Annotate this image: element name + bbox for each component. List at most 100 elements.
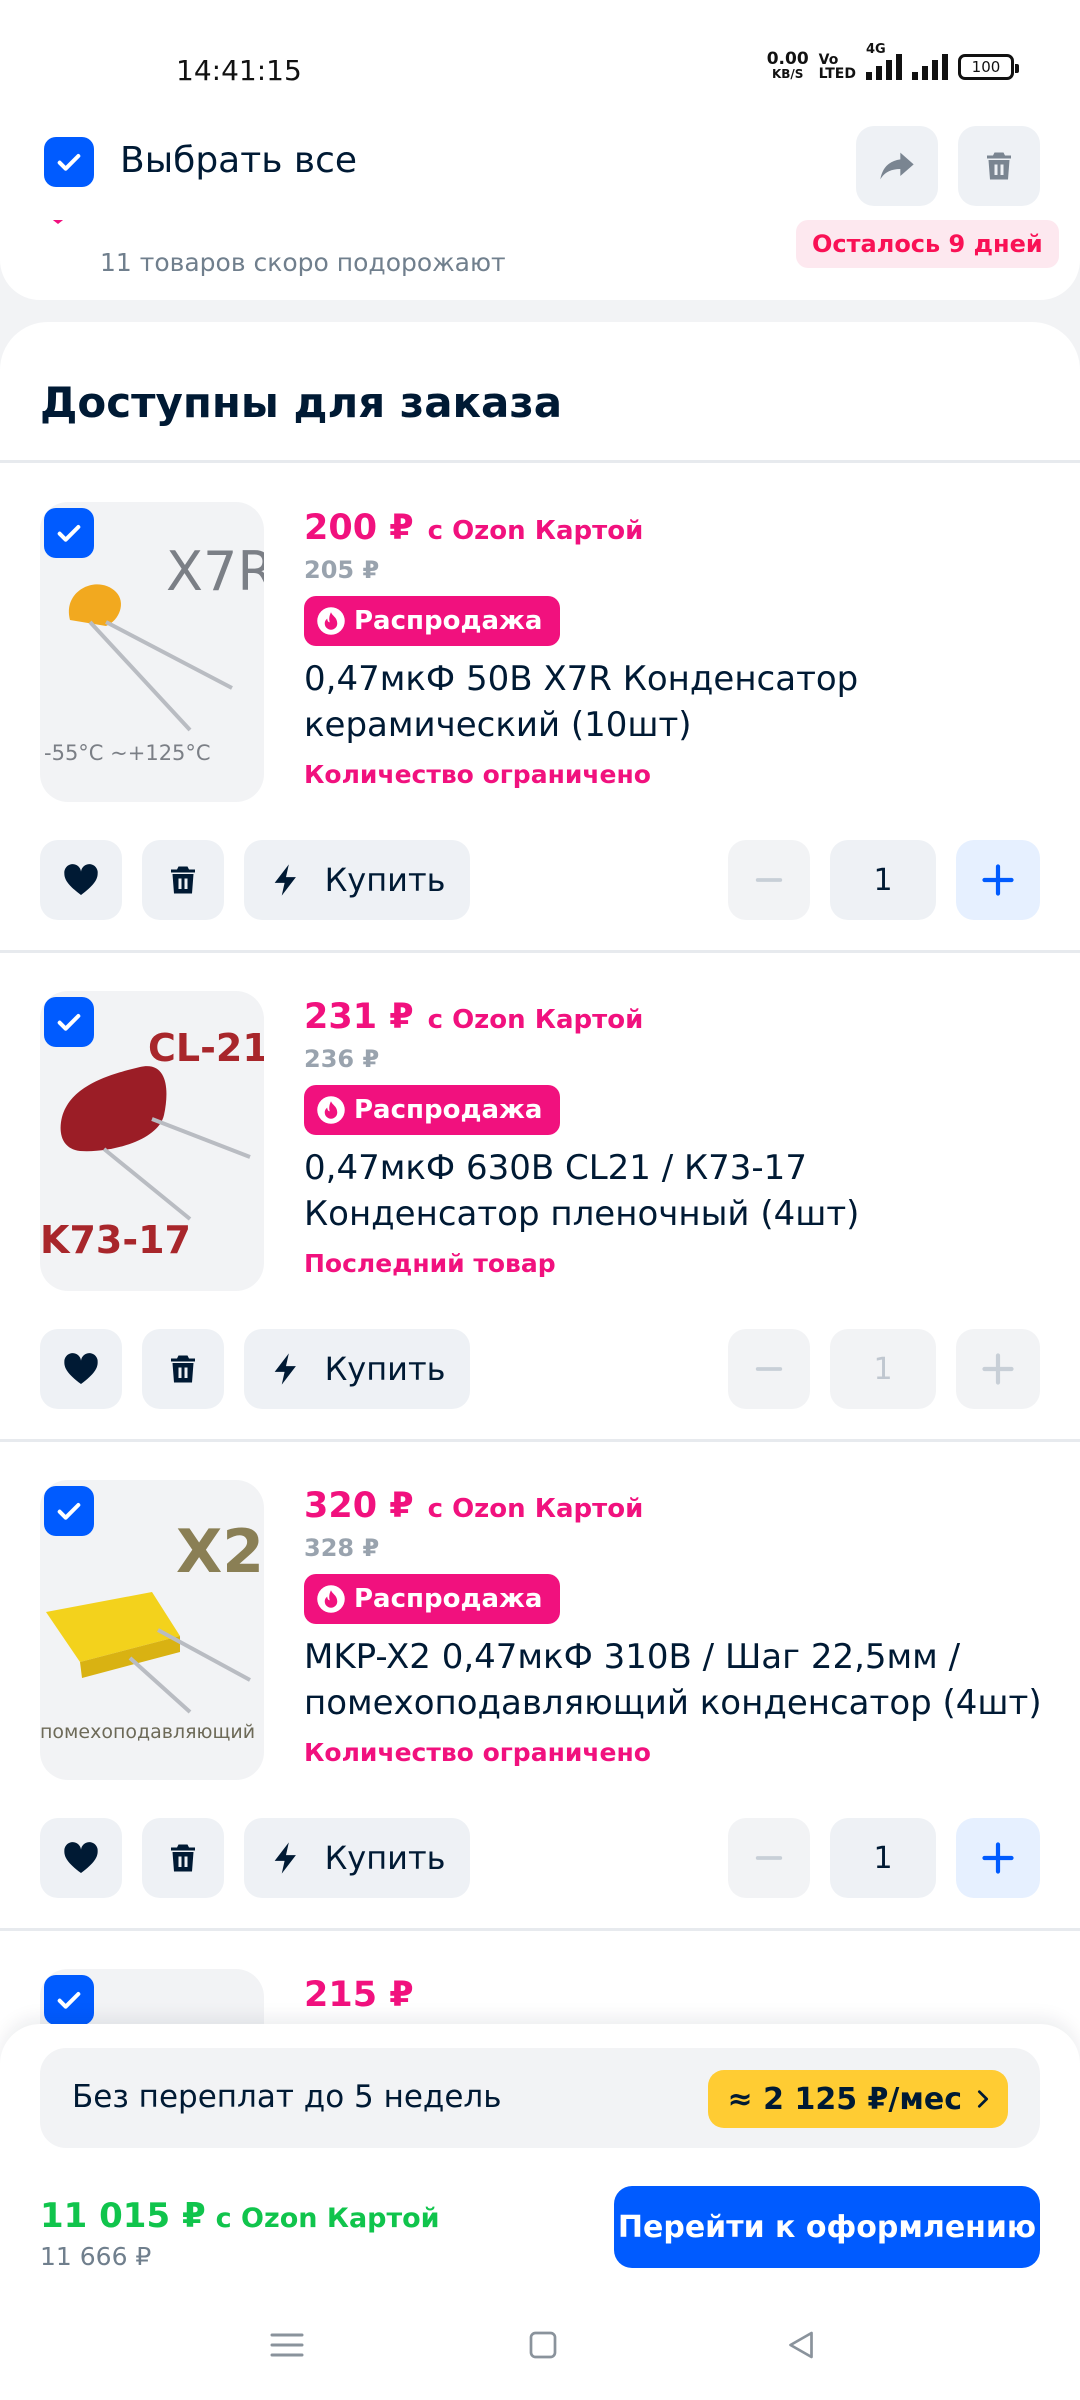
check-icon (57, 154, 81, 171)
check-icon (57, 1992, 81, 2009)
volte-bottom: LTED (818, 66, 856, 82)
svg-text:помехоподавляющий: помехоподавляющий (40, 1721, 255, 1743)
select-all-checkbox[interactable] (44, 137, 94, 187)
buy-now-button[interactable]: Купить (244, 1329, 470, 1409)
decrease-quantity-button[interactable] (728, 840, 810, 920)
cart-header: Выбрать все (0, 110, 1080, 220)
delete-item-button[interactable] (142, 1818, 224, 1898)
product-title[interactable]: 0,47мкФ 50В X7R Конденсатор керамический… (304, 656, 1044, 748)
signal-icon (912, 54, 948, 80)
sale-badge-label: Распродажа (354, 1584, 543, 1614)
svg-text:X7R: X7R (166, 540, 264, 603)
decrease-quantity-button[interactable] (728, 1818, 810, 1898)
lightning-icon (274, 1353, 296, 1385)
days-left-badge: Осталось 9 дней (796, 220, 1059, 268)
total-price-note: с Ozon Картой (215, 2203, 440, 2234)
price-row: 320 ₽ с Ozon Картой (304, 1486, 643, 1526)
battery-level: 100 (971, 58, 1001, 76)
price: 215 ₽ (304, 1975, 414, 2015)
sale-badge: Распродажа (304, 1085, 561, 1135)
stock-status: Последний товар (304, 1249, 556, 1278)
stock-status: Количество ограничено (304, 1738, 651, 1767)
heart-icon (64, 864, 98, 895)
product-title[interactable]: MKP-X2 0,47мкФ 310В / Шаг 22,5мм / помех… (304, 1634, 1044, 1726)
delete-item-button[interactable] (142, 1329, 224, 1409)
delete-selected-button[interactable] (958, 126, 1040, 206)
status-time: 14:41:15 (176, 54, 302, 87)
item-checkbox[interactable] (44, 997, 94, 1047)
price: 320 ₽ (304, 1486, 414, 1526)
old-price: 236 ₽ (304, 1045, 380, 1073)
volte-icon: Vo LTED (819, 53, 856, 81)
cart-item: CL-21 K73-17 231 ₽ с Ozon Картой 236 ₽ Р… (0, 951, 1080, 1439)
sale-badge-label: Распродажа (354, 1095, 543, 1125)
check-icon (57, 1503, 81, 1520)
buy-now-button[interactable]: Купить (244, 1818, 470, 1898)
select-all-label[interactable]: Выбрать все (120, 140, 357, 181)
installment-amount: ≈ 2 125 ₽/мес (727, 2081, 962, 2117)
back-triangle-icon (789, 2331, 813, 2359)
system-navigation-bar (0, 2290, 1080, 2400)
cart-item: X2 помехоподавляющий 320 ₽ с Ozon Картой… (0, 1440, 1080, 1928)
item-checkbox[interactable] (44, 1975, 94, 2025)
price: 231 ₽ (304, 997, 414, 1037)
plus-icon (982, 864, 1014, 896)
checkout-button[interactable]: Перейти к оформлению (614, 2186, 1040, 2268)
status-indicators: 0.00 KB/S Vo LTED 4G 100 (767, 42, 1019, 82)
price-row: 215 ₽ (304, 1975, 414, 2015)
favorite-button[interactable] (40, 1329, 122, 1409)
increase-quantity-button[interactable] (956, 840, 1040, 920)
status-bar: 14:41:15 0.00 KB/S Vo LTED 4G 100 (0, 0, 1080, 110)
trash-icon (171, 1355, 195, 1383)
product-title[interactable]: 0,47мкФ 630В CL21 / К73-17 Конденсатор п… (304, 1145, 1044, 1237)
price: 200 ₽ (304, 508, 414, 548)
minus-icon (755, 878, 783, 882)
buy-label: Купить (324, 1839, 446, 1877)
section-title: Доступны для заказа (40, 378, 563, 427)
net-speed-unit: KB/S (771, 67, 804, 81)
price-note: с Ozon Картой (427, 516, 644, 546)
price-note: с Ozon Картой (427, 1005, 644, 1035)
check-icon (57, 1014, 81, 1031)
trash-icon (171, 866, 195, 894)
chevron-right-icon (977, 2090, 989, 2108)
lightning-icon (274, 864, 296, 896)
sale-badge: Распродажа (304, 1574, 561, 1624)
item-checkbox[interactable] (44, 508, 94, 558)
menu-nav-button[interactable] (262, 2320, 312, 2370)
trash-icon (171, 1844, 195, 1872)
square-icon (529, 2331, 557, 2359)
sale-badge-label: Распродажа (354, 606, 543, 636)
favorite-button[interactable] (40, 1818, 122, 1898)
installment-banner[interactable]: Без переплат до 5 недель ≈ 2 125 ₽/мес (40, 2048, 1040, 2148)
plus-icon (982, 1842, 1014, 1874)
price-note: с Ozon Картой (427, 1494, 644, 1524)
share-button[interactable] (856, 126, 938, 206)
cart-item: X7R -55°C ~+125°C 200 ₽ с Ozon Картой 20… (0, 462, 1080, 950)
increase-quantity-button[interactable] (956, 1329, 1040, 1409)
sale-badge: Распродажа (304, 596, 561, 646)
fire-icon (317, 1096, 345, 1124)
quantity-value[interactable]: 1 (830, 1329, 936, 1409)
price-row: 200 ₽ с Ozon Картой (304, 508, 643, 548)
back-nav-button[interactable] (776, 2320, 826, 2370)
old-price: 205 ₽ (304, 556, 380, 584)
buy-now-button[interactable]: Купить (244, 840, 470, 920)
quantity-value[interactable]: 1 (830, 1818, 936, 1898)
svg-text:X2: X2 (176, 1517, 264, 1587)
quantity-value[interactable]: 1 (830, 840, 936, 920)
plus-icon (982, 1353, 1014, 1385)
installment-text: Без переплат до 5 недель (72, 2079, 502, 2115)
item-checkbox[interactable] (44, 1486, 94, 1536)
volte-top: Vo (818, 52, 839, 68)
decrease-quantity-button[interactable] (728, 1329, 810, 1409)
delete-item-button[interactable] (142, 840, 224, 920)
total-old-price: 11 666 ₽ (40, 2242, 152, 2271)
heart-icon (64, 1353, 98, 1384)
favorite-button[interactable] (40, 840, 122, 920)
installment-chip[interactable]: ≈ 2 125 ₽/мес (707, 2070, 1008, 2128)
home-nav-button[interactable] (518, 2320, 568, 2370)
network-type: 4G (866, 42, 886, 57)
net-speed: 0.00 KB/S (767, 51, 809, 82)
increase-quantity-button[interactable] (956, 1818, 1040, 1898)
